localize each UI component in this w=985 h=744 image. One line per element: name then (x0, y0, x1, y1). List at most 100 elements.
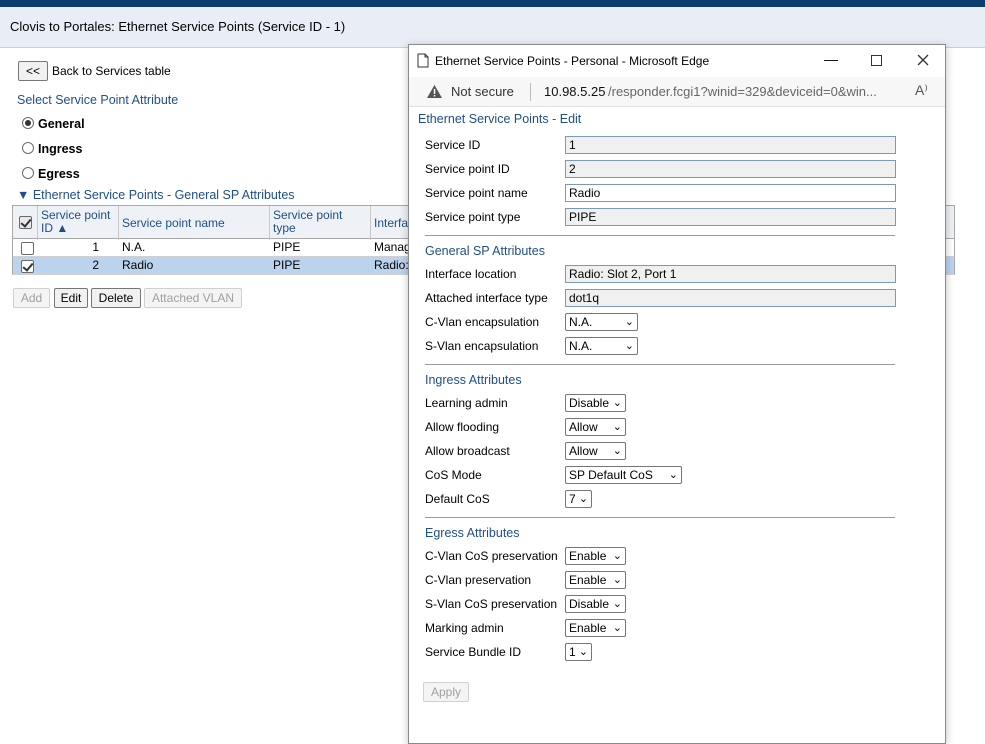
divider (425, 235, 895, 236)
cvlan-cos-preservation-label: C-Vlan CoS preservation (425, 549, 558, 563)
attached-interface-type-label: Attached interface type (425, 291, 548, 305)
row-type: PIPE (273, 240, 301, 254)
learning-admin-select[interactable]: Disable ⌄ (565, 394, 626, 412)
delete-button[interactable]: Delete (91, 288, 141, 308)
url-host[interactable]: 10.98.5.25 (544, 84, 605, 99)
cvlan-preservation-select[interactable]: Enable ⌄ (565, 571, 626, 589)
allow-flooding-select[interactable]: Allow ⌄ (565, 418, 626, 436)
add-button[interactable]: Add (13, 288, 50, 308)
attached-vlan-button[interactable]: Attached VLAN (144, 288, 242, 308)
cvlan-cos-preservation-select[interactable]: Enable ⌄ (565, 547, 626, 565)
learning-admin-label: Learning admin (425, 396, 508, 410)
select-value: N.A. (569, 339, 593, 353)
chevron-down-icon: ⌄ (612, 574, 622, 586)
read-aloud-icon[interactable]: A⁾ (915, 82, 928, 99)
select-value: 1 (569, 645, 576, 659)
marking-admin-select[interactable]: Enable ⌄ (565, 619, 626, 637)
page-icon (417, 53, 429, 68)
select-all-checkbox[interactable] (19, 216, 32, 229)
row-checkbox[interactable] (21, 242, 34, 255)
popup-titlebar: Ethernet Service Points - Personal - Mic… (409, 45, 945, 77)
chevron-down-icon: ⌄ (612, 397, 622, 409)
svlan-cos-preservation-label: S-Vlan CoS preservation (425, 597, 558, 611)
svlan-encapsulation-label: S-Vlan encapsulation (425, 339, 539, 353)
radio-general[interactable] (22, 117, 34, 129)
edit-button[interactable]: Edit (54, 288, 88, 308)
chevron-down-icon: ⌄ (612, 598, 622, 610)
service-bundle-id-select[interactable]: 1 ⌄ (565, 643, 592, 661)
general-sp-attributes-title: General SP Attributes (425, 244, 545, 258)
chevron-down-icon: ⌄ (578, 646, 588, 658)
select-value: SP Default CoS (569, 468, 653, 482)
header-line: ID ▲ (41, 221, 69, 235)
url-path[interactable]: /responder.fcgi1?winid=329&deviceid=0&wi… (608, 84, 904, 99)
default-cos-select[interactable]: 7 ⌄ (565, 490, 592, 508)
row-name: Radio (122, 258, 154, 272)
row-name: N.A. (122, 240, 146, 254)
service-point-name-label: Service point name (425, 186, 528, 200)
section-toggle-general-sp[interactable]: ▼ Ethernet Service Points - General SP A… (17, 188, 295, 202)
row-interface: Radio: (374, 258, 409, 272)
radio-egress[interactable] (22, 167, 34, 179)
ingress-attributes-title: Ingress Attributes (425, 373, 522, 387)
header-service-point-name[interactable]: Service point name (119, 206, 270, 240)
page-title: Clovis to Portales: Ethernet Service Poi… (10, 19, 346, 34)
service-point-name-input[interactable]: Radio (565, 184, 896, 202)
back-button[interactable]: << (18, 61, 48, 81)
select-value: Disable (569, 597, 610, 611)
close-icon[interactable] (917, 54, 929, 66)
back-label: Back to Services table (52, 64, 171, 78)
cos-mode-label: CoS Mode (425, 468, 482, 482)
warning-icon[interactable] (426, 84, 443, 99)
radio-ingress-label: Ingress (38, 142, 83, 156)
top-accent-bar (0, 0, 985, 7)
default-cos-label: Default CoS (425, 492, 490, 506)
cvlan-encapsulation-select[interactable]: N.A. ⌄ (565, 313, 638, 331)
row-id: 1 (92, 240, 99, 254)
interface-location-label: Interface location (425, 267, 517, 281)
cvlan-encapsulation-label: C-Vlan encapsulation (425, 315, 540, 329)
edge-popup-window: Ethernet Service Points - Personal - Mic… (408, 44, 946, 744)
divider (425, 364, 895, 365)
cos-mode-select[interactable]: SP Default CoS ⌄ (565, 466, 682, 484)
select-value: Enable (569, 549, 607, 563)
select-value: 7 (569, 492, 576, 506)
select-value: Enable (569, 573, 607, 587)
svlan-encapsulation-select[interactable]: N.A. ⌄ (565, 337, 638, 355)
select-attribute-title: Select Service Point Attribute (17, 93, 179, 107)
header-interface[interactable]: Interfa (371, 206, 411, 240)
popup-heading: Ethernet Service Points - Edit (418, 112, 582, 126)
row-checkbox[interactable] (21, 260, 34, 273)
service-point-id-label: Service point ID (425, 162, 510, 176)
not-secure-label[interactable]: Not secure (451, 84, 514, 99)
header-line: type (273, 221, 296, 235)
apply-button[interactable]: Apply (423, 682, 469, 702)
select-value: Allow (569, 444, 598, 458)
allow-flooding-label: Allow flooding (425, 420, 500, 434)
service-bundle-id-label: Service Bundle ID (425, 645, 522, 659)
chevron-down-icon: ⌄ (612, 622, 622, 634)
chevron-down-icon: ⌄ (612, 421, 622, 433)
interface-location-field: Radio: Slot 2, Port 1 (565, 265, 896, 283)
allow-broadcast-select[interactable]: Allow ⌄ (565, 442, 626, 460)
header-line: Interfa (374, 216, 409, 230)
select-value: N.A. (569, 315, 593, 329)
address-divider (530, 83, 531, 101)
chevron-down-icon: ⌄ (578, 493, 588, 505)
row-type: PIPE (273, 258, 301, 272)
header-service-point-id[interactable]: Service point ID ▲ (38, 206, 119, 240)
chevron-down-icon: ⌄ (612, 445, 622, 457)
select-value: Enable (569, 621, 607, 635)
maximize-icon[interactable] (871, 55, 882, 66)
allow-broadcast-label: Allow broadcast (425, 444, 510, 458)
marking-admin-label: Marking admin (425, 621, 504, 635)
radio-ingress[interactable] (22, 142, 34, 154)
popup-window-title: Ethernet Service Points - Personal - Mic… (435, 54, 710, 68)
row-id: 2 (92, 258, 99, 272)
address-bar[interactable]: Not secure 10.98.5.25 /responder.fcgi1?w… (409, 77, 945, 107)
minimize-icon[interactable]: — (824, 51, 838, 67)
service-id-label: Service ID (425, 138, 481, 152)
header-service-point-type[interactable]: Service point type (270, 206, 371, 240)
svlan-cos-preservation-select[interactable]: Disable ⌄ (565, 595, 626, 613)
service-point-type-field: PIPE (565, 208, 896, 226)
